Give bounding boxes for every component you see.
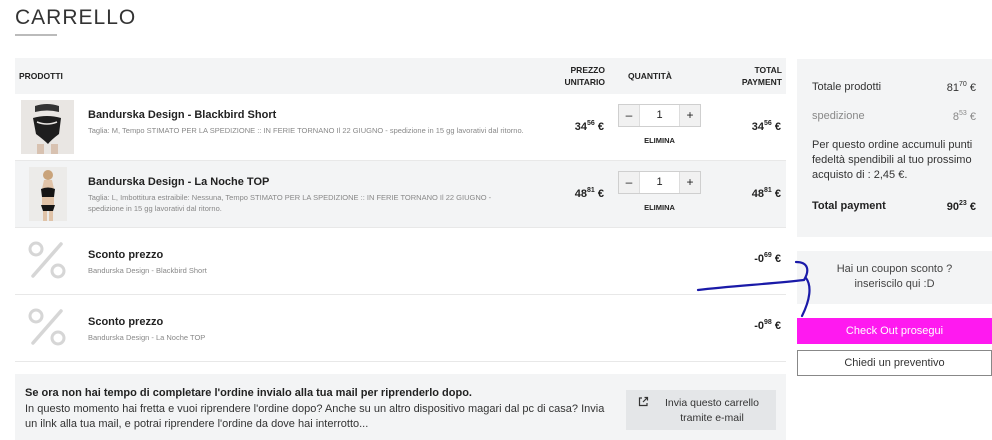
remove-link[interactable]: ELIMINA: [618, 136, 701, 145]
summary-shipping: spedizione 853 €: [812, 110, 976, 123]
row-total: 4881 €: [751, 187, 781, 200]
table-row: Sconto prezzo Bandurska Design - La Noch…: [15, 295, 786, 362]
discount-name: Sconto prezzo: [88, 316, 164, 328]
page-title: CARRELLO: [15, 6, 137, 29]
product-image[interactable]: [29, 167, 67, 221]
table-row: Bandurska Design - La Noche TOP Taglia: …: [15, 161, 786, 228]
send-cart-email-button[interactable]: Invia questo carrello tramite e-mail: [626, 390, 776, 430]
discount-name: Sconto prezzo: [88, 249, 164, 261]
share-icon: [638, 396, 649, 407]
request-quote-button[interactable]: Chiedi un preventivo: [797, 350, 992, 376]
product-image[interactable]: [21, 100, 74, 154]
send-cart-email-label: Invia questo carrello tramite e-mail: [665, 397, 759, 424]
order-summary: Totale prodotti 8170 € spedizione 853 € …: [797, 59, 992, 237]
decrease-button[interactable]: –: [619, 172, 639, 193]
cart-table: PRODOTTI PREZZO UNITARIO QUANTITÀ TOTAL …: [15, 58, 786, 362]
row-total: -098 €: [754, 319, 781, 332]
discount-details: Bandurska Design - La Noche TOP: [88, 333, 206, 342]
product-name[interactable]: Bandurska Design - Blackbird Short: [88, 109, 276, 121]
summary-total: Total payment 9023 €: [812, 200, 976, 213]
percent-icon: [28, 241, 66, 279]
increase-button[interactable]: +: [680, 172, 700, 193]
save-cart-promo: Se ora non hai tempo di completare l'ord…: [15, 374, 786, 440]
product-name[interactable]: Bandurska Design - La Noche TOP: [88, 176, 269, 188]
increase-button[interactable]: +: [680, 105, 700, 126]
row-total: 3456 €: [751, 120, 781, 133]
header-total: TOTAL PAYMENT: [741, 65, 782, 87]
title-underline: [15, 34, 57, 36]
remove-link[interactable]: ELIMINA: [618, 203, 701, 212]
header-quantity: QUANTITÀ: [628, 71, 672, 81]
unit-price: 3456 €: [574, 120, 604, 133]
quantity-input[interactable]: 1: [639, 172, 680, 193]
quantity-input[interactable]: 1: [639, 105, 680, 126]
discount-details: Bandurska Design - Blackbird Short: [88, 266, 207, 275]
decrease-button[interactable]: –: [619, 105, 639, 126]
quantity-stepper: – 1 +: [618, 171, 701, 194]
loyalty-points-note: Per questo ordine accumuli punti fedeltà…: [812, 139, 973, 181]
table-header: PRODOTTI PREZZO UNITARIO QUANTITÀ TOTAL …: [15, 58, 786, 94]
unit-price: 4881 €: [574, 187, 604, 200]
promo-text: In questo momento hai fretta e vuoi ripr…: [25, 403, 605, 430]
table-row: Bandurska Design - Blackbird Short Tagli…: [15, 94, 786, 161]
quantity-stepper: – 1 +: [618, 104, 701, 127]
coupon-box[interactable]: Hai un coupon sconto ? inseriscilo qui :…: [797, 251, 992, 304]
header-products: PRODOTTI: [19, 71, 63, 81]
promo-title: Se ora non hai tempo di completare l'ord…: [25, 387, 472, 399]
annotation-scribble: [696, 260, 811, 318]
product-details: Taglia: L, Imbottitura estraibile: Nessu…: [88, 193, 492, 213]
header-unit-price: PREZZO UNITARIO: [564, 65, 605, 87]
percent-icon: [28, 308, 66, 346]
product-details: Taglia: M, Tempo STIMATO PER LA SPEDIZIO…: [88, 126, 524, 135]
checkout-button[interactable]: Check Out prosegui: [797, 318, 992, 344]
summary-products: Totale prodotti 8170 €: [812, 81, 976, 94]
table-row: Sconto prezzo Bandurska Design - Blackbi…: [15, 228, 786, 295]
